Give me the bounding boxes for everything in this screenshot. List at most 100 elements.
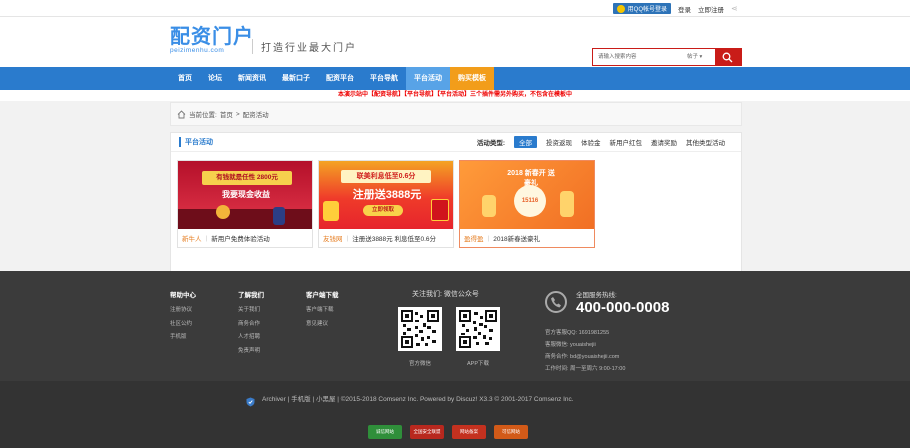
search-box: 请输入搜索内容 帖子 ▾ — [592, 48, 742, 66]
activity-banner[interactable]: 联美利息低至0.6分 注册送3888元 立即领取 — [319, 161, 453, 229]
footer-col-title: 帮助中心 — [170, 292, 196, 299]
qq-login-label: 用QQ帐号登录 — [627, 7, 667, 13]
breadcrumb: 当前位置: 首页 > 配资活动 — [170, 102, 742, 126]
hotline-label: 全国服务热线: — [576, 292, 617, 299]
contact-wechat: 客服微信: youaishejii — [545, 342, 596, 348]
filter-trial-fund[interactable]: 体验金 — [581, 137, 601, 147]
breadcrumb-current: 配资活动 — [242, 112, 269, 119]
panel-header: 平台活动 活动类型: 全部 投资返现 体验金 新用户红包 邀请奖励 其他类型活动 — [171, 133, 741, 152]
nav-item-news[interactable]: 新闻资讯 — [230, 67, 274, 90]
search-button[interactable] — [715, 49, 741, 65]
footer-link[interactable]: 关于我们 — [238, 304, 264, 318]
search-icon — [722, 52, 733, 63]
banner-subline: 注册送3888元 — [352, 189, 422, 201]
contact-info: 官方客服QQ: 1691981255 客服微信: youaishejii 商务合… — [545, 327, 625, 375]
activity-caption: 新牛人 | 新用户免费体验活动 — [182, 233, 270, 244]
activity-list: 有钱就是任性 2800元 我要现金收益 新牛人 | 新用户免费体验活动 联美利息… — [171, 152, 741, 248]
activity-caption: 友钱网 | 注册送3888元 利息低至0.6分 — [323, 233, 437, 244]
qr-label-wechat: 官方微信 — [408, 361, 431, 367]
footer-link[interactable]: 手机版 — [170, 331, 196, 345]
site-header: 配资门户 peizimenhu.com 打造行业最大门户 请输入搜索内容 帖子 … — [0, 17, 910, 67]
share-icon[interactable]: ⋖ — [731, 4, 740, 13]
platform-tag[interactable]: 盈得盈 — [464, 233, 484, 243]
qr-code-icon — [459, 310, 497, 348]
main-content: 当前位置: 首页 > 配资活动 平台活动 活动类型: 全部 投资返现 体验金 新… — [170, 102, 742, 275]
footer-link[interactable]: 商务合作 — [238, 318, 264, 332]
contact-hours: 工作时间: 周一至周六 9:00-17:00 — [545, 366, 626, 372]
breadcrumb-separator: > — [235, 110, 240, 118]
trust-badge[interactable]: 可信网站 — [494, 425, 528, 439]
activity-card[interactable]: 联美利息低至0.6分 注册送3888元 立即领取 友钱网 | 注册送3888元 … — [318, 160, 454, 248]
filter-invite-reward[interactable]: 邀请奖励 — [651, 137, 677, 147]
copyright-bar: Archiver | 手机版 | 小黑屋 | ©2015-2018 Comsen… — [0, 381, 910, 448]
site-logo[interactable]: 配资门户 peizimenhu.com — [170, 27, 254, 54]
filter-new-user-bonus[interactable]: 新用户红包 — [610, 137, 643, 147]
site-footer: 帮助中心 注册协议 社区公约 手机版 了解我们 关于我们 商务合作 人才招聘 免… — [0, 271, 910, 381]
panel-title: 平台活动 — [179, 137, 213, 147]
contact-qq: 官方客服QQ: 1691981255 — [545, 330, 610, 336]
footer-link[interactable]: 意见建议 — [306, 318, 339, 332]
trust-badge[interactable]: 网站备案 — [452, 425, 486, 439]
activity-filters: 活动类型: 全部 投资返现 体验金 新用户红包 邀请奖励 其他类型活动 — [477, 136, 725, 148]
qq-login-button[interactable]: 用QQ帐号登录 — [612, 3, 671, 14]
nav-item-latest[interactable]: 最新口子 — [274, 67, 318, 90]
qr-label-app: APP下载 — [466, 361, 489, 367]
nav-item-platform-nav[interactable]: 平台导航 — [362, 67, 406, 90]
footer-col-about: 了解我们 关于我们 商务合作 人才招聘 免责声明 — [238, 289, 264, 358]
home-icon — [177, 109, 186, 118]
banner-subline: 我要现金收益 — [222, 190, 270, 199]
trust-badges: 诚信网站 全国安全联盟 网站备案 可信网站 — [368, 425, 528, 439]
platform-tag[interactable]: 友钱网 — [323, 233, 343, 243]
copyright-text: Archiver | 手机版 | 小黑屋 | ©2015-2018 Comsen… — [262, 396, 574, 403]
banner-headline: 有钱就是任性 2800元 — [202, 171, 292, 185]
search-scope-select[interactable]: 帖子 ▾ — [687, 49, 715, 65]
nav-item-home[interactable]: 首页 — [170, 67, 200, 90]
follow-us-label: 关注我们: 微信公众号 — [412, 291, 479, 298]
footer-link[interactable]: 客户端下载 — [306, 304, 339, 318]
nav-item-forum[interactable]: 论坛 — [200, 67, 230, 90]
nav-item-activities[interactable]: 平台活动 — [406, 67, 450, 90]
hotline-number: 400-000-0008 — [576, 299, 670, 316]
register-link[interactable]: 立即注册 — [698, 4, 724, 14]
top-bar: 用QQ帐号登录 登录 立即注册 ⋖ — [0, 0, 910, 17]
filter-other[interactable]: 其他类型活动 — [686, 137, 725, 147]
site-slogan: 打造行业最大门户 — [252, 39, 357, 54]
nav-item-buy-template[interactable]: 购买模板 — [450, 67, 494, 90]
activity-title[interactable]: 2018新春送豪礼 — [493, 233, 540, 243]
breadcrumb-prefix: 当前位置: — [189, 112, 217, 119]
footer-col-download: 客户端下载 客户端下载 意见建议 — [306, 289, 339, 331]
contact-business: 商务合作: bd@youaishejii.com — [545, 354, 620, 360]
banner-headline: 联美利息低至0.6分 — [341, 170, 431, 183]
breadcrumb-home[interactable]: 首页 — [220, 109, 233, 119]
search-input[interactable]: 请输入搜索内容 — [593, 49, 687, 65]
filter-all[interactable]: 全部 — [514, 136, 537, 148]
footer-link[interactable]: 免责声明 — [238, 345, 264, 359]
app-download-qr-code — [456, 307, 500, 351]
trust-badge[interactable]: 全国安全联盟 — [410, 425, 444, 439]
nav-item-platforms[interactable]: 配资平台 — [318, 67, 362, 90]
top-bar-links: 用QQ帐号登录 登录 立即注册 ⋖ — [612, 3, 740, 14]
phone-icon — [545, 291, 567, 313]
footer-col-help: 帮助中心 注册协议 社区公约 手机版 — [170, 289, 196, 345]
filter-label: 活动类型: — [476, 140, 505, 147]
banner-claim-button: 立即领取 — [363, 205, 403, 216]
activity-caption: 盈得盈 | 2018新春送豪礼 — [464, 233, 541, 244]
filter-cashback[interactable]: 投资返现 — [546, 137, 572, 147]
activity-card[interactable]: 有钱就是任性 2800元 我要现金收益 新牛人 | 新用户免费体验活动 — [177, 160, 313, 248]
activity-title[interactable]: 注册送3888元 利息低至0.6分 — [352, 233, 436, 243]
footer-col-title: 了解我们 — [238, 292, 264, 299]
footer-link[interactable]: 注册协议 — [170, 304, 196, 318]
activity-banner[interactable]: 2018 新春开 送豪礼 15116 — [460, 161, 594, 229]
footer-col-title: 客户端下载 — [306, 292, 339, 299]
logo-text: 配资门户 — [170, 26, 254, 48]
login-link[interactable]: 登录 — [678, 4, 691, 14]
activity-title[interactable]: 新用户免费体验活动 — [211, 233, 270, 243]
footer-link[interactable]: 社区公约 — [170, 318, 196, 332]
activity-card[interactable]: 2018 新春开 送豪礼 15116 盈得盈 | 2018新春送豪礼 — [459, 160, 595, 248]
trust-badge[interactable]: 诚信网站 — [368, 425, 402, 439]
platform-tag[interactable]: 新牛人 — [182, 233, 202, 243]
activity-banner[interactable]: 有钱就是任性 2800元 我要现金收益 — [178, 161, 312, 229]
activity-panel: 平台活动 活动类型: 全部 投资返现 体验金 新用户红包 邀请奖励 其他类型活动… — [170, 132, 742, 275]
footer-link[interactable]: 人才招聘 — [238, 331, 264, 345]
main-nav: 首页 论坛 新闻资讯 最新口子 配资平台 平台导航 平台活动 购买模板 — [0, 67, 910, 90]
